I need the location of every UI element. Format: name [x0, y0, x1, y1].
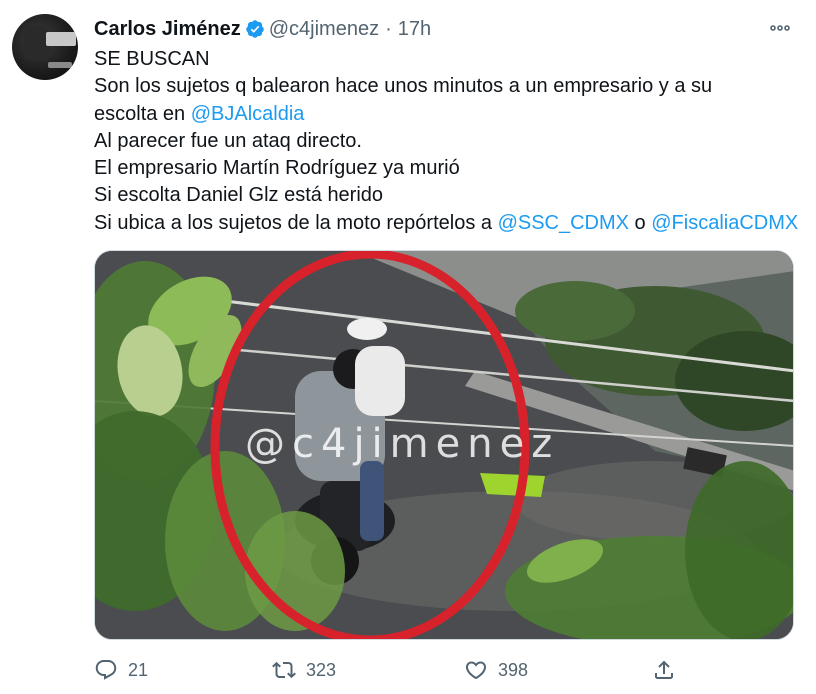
share-icon — [655, 660, 673, 679]
tweet-line-text: Son los sujetos q balearon hace unos min… — [94, 75, 713, 98]
tweet-line-text: El empresario Martín Rodríguez ya murió — [94, 157, 460, 180]
tweet-card: Carlos Jiménez @c4jimenez · 17h SE BUSCA… — [0, 0, 816, 694]
avatar-sign-shape — [46, 32, 76, 46]
mention-link[interactable]: @BJAlcaldia — [191, 103, 305, 125]
reply-count: 21 — [128, 659, 149, 680]
tweet-photo[interactable]: @c4jimenez — [94, 250, 794, 640]
mention-link[interactable]: @FiscaliaCDMX — [651, 212, 798, 234]
header-separator: · — [385, 17, 392, 40]
like-count: 398 — [498, 659, 529, 680]
mention-link[interactable]: @SSC_CDMX — [498, 212, 629, 234]
avatar[interactable] — [12, 14, 78, 80]
tweet-line: Si escolta Daniel Glz está herido — [94, 182, 804, 209]
heart-icon — [465, 661, 487, 680]
tweet-line: Al parecer fue un ataq directo. — [94, 128, 804, 155]
author-display-name[interactable]: Carlos Jiménez — [94, 18, 241, 41]
verified-badge-icon — [245, 19, 265, 39]
avatar-tag-shape — [48, 62, 72, 68]
like-button[interactable]: 398 — [464, 654, 528, 686]
tweet-line: escolta en @BJAlcaldia — [94, 101, 804, 128]
retweet-button[interactable]: 323 — [272, 654, 336, 686]
tweet-line-text: Si ubica a los sujetos de la moto repórt… — [94, 211, 498, 234]
tweet-line: Son los sujetos q balearon hace unos min… — [94, 73, 804, 100]
tweet-header: Carlos Jiménez @c4jimenez · 17h — [94, 14, 431, 44]
tweet-actions: 21 323 398 — [94, 654, 794, 686]
tweet-line-text: Si escolta Daniel Glz está herido — [94, 184, 384, 207]
retweet-count: 323 — [306, 659, 337, 680]
photo-watermark: @c4jimenez — [245, 421, 560, 467]
author-handle[interactable]: @c4jimenez — [269, 18, 379, 41]
more-options-icon[interactable] — [762, 14, 798, 42]
tweet-line-text: escolta en — [94, 102, 191, 125]
reply-icon — [95, 660, 117, 680]
reply-button[interactable]: 21 — [94, 654, 148, 686]
tweet-text: SE BUSCAN Son los sujetos q balearon hac… — [94, 46, 804, 237]
tweet-line-text: Al parecer fue un ataq directo. — [94, 129, 362, 152]
tweet-timestamp[interactable]: 17h — [398, 18, 431, 41]
retweet-icon — [272, 661, 296, 679]
tweet-line: SE BUSCAN — [94, 46, 804, 73]
tweet-line: Si ubica a los sujetos de la moto repórt… — [94, 210, 804, 237]
share-button[interactable] — [652, 654, 676, 686]
tweet-line: El empresario Martín Rodríguez ya murió — [94, 155, 804, 182]
tweet-line-text: o — [629, 211, 652, 234]
tweet-line-text: SE BUSCAN — [94, 48, 210, 70]
